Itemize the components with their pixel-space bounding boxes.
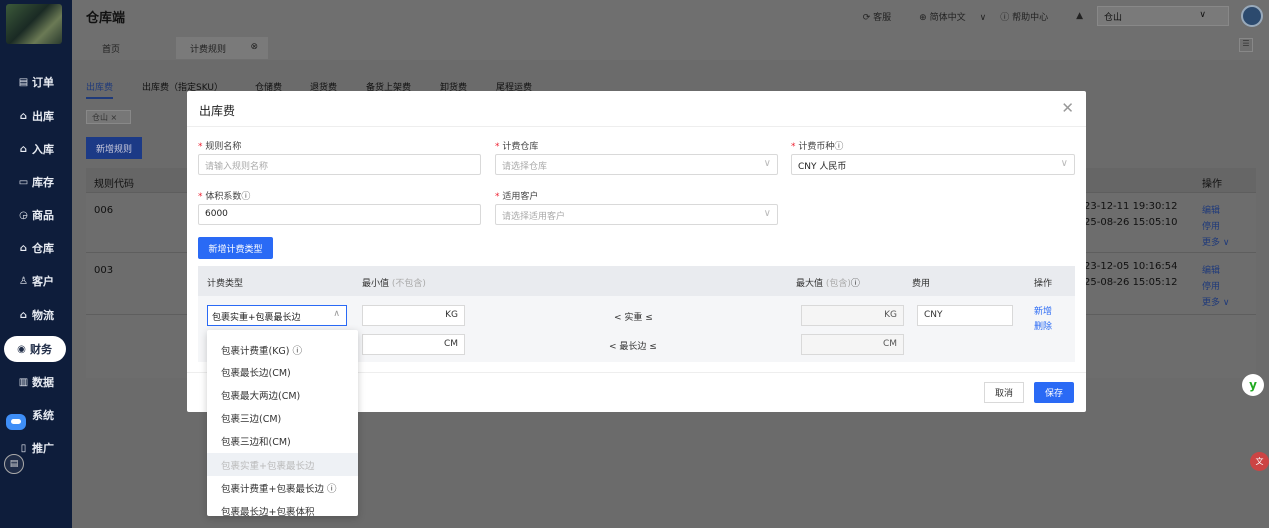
more-link[interactable]: 更多 ∨ <box>1202 235 1229 248</box>
sidebar-item-outbound[interactable]: ⌂ 出库 <box>0 103 72 129</box>
delete-row-link[interactable]: 删除 <box>1034 319 1052 332</box>
dropdown-option[interactable]: 包裹最长边(CM) <box>207 360 358 383</box>
add-fee-type-button[interactable]: 新增计费类型 <box>198 237 273 259</box>
app-title: 仓库端 <box>86 11 126 26</box>
rule-name-label: * 规则名称 <box>198 142 242 152</box>
sidebar: ▤ 订单 ⌂ 出库 ⌂ 入库 ▭ 库存 ◶ 商品 ⌂ 仓库 ♙ 客户 ⌂ 物流 ◉ 财务 ▥ 数据 … <box>0 0 72 528</box>
help-icon[interactable]: ⓘ <box>241 192 250 202</box>
warehouse-selector[interactable]: 仓山 ∨ <box>1097 6 1229 26</box>
help-center-link[interactable]: ⓘ 帮助中心 <box>1000 10 1062 23</box>
sidebar-item-inventory[interactable]: ▭ 库存 <box>0 169 72 195</box>
col-action-header: 操作 <box>1202 179 1222 190</box>
sidebar-item-inbound[interactable]: ⌂ 入库 <box>0 136 72 162</box>
volume-factor-input[interactable]: 6000 <box>198 204 481 225</box>
tab-home[interactable]: 首页 <box>88 37 134 59</box>
add-row-link[interactable]: 新增 <box>1034 304 1052 317</box>
bell-icon[interactable]: ▲ <box>1076 11 1083 21</box>
help-icon[interactable]: ⓘ <box>851 279 860 289</box>
warehouse-select[interactable]: 请选择仓库 ∨ <box>495 154 778 175</box>
document-float-icon[interactable]: ▤ <box>4 454 24 474</box>
assistant-float-icon[interactable]: y <box>1242 374 1264 396</box>
dropdown-option[interactable]: 包裹三边和(CM) <box>207 429 358 452</box>
save-button[interactable]: 保存 <box>1034 382 1074 403</box>
fee-input[interactable]: CNY <box>917 305 1013 326</box>
help-icon[interactable]: ⓘ <box>834 142 843 152</box>
dropdown-option[interactable]: 包裹最长边+包裹体积 <box>207 499 358 516</box>
add-rule-button[interactable]: 新增规则 <box>86 137 142 159</box>
more-link[interactable]: 更多 ∨ <box>1202 295 1229 308</box>
sidebar-item-products[interactable]: ◶ 商品 <box>0 202 72 228</box>
chevron-up-icon: ∧ <box>333 309 340 319</box>
length-condition: < 最长边 ≤ <box>609 342 657 352</box>
sidebar-item-finance[interactable]: ◉ 财务 <box>4 336 66 362</box>
fee-table-header: 计费类型 最小值 (不包含) 最大值 (包含)ⓘ 费用 操作 <box>198 266 1075 296</box>
disable-link[interactable]: 停用 <box>1202 219 1220 232</box>
customer-label: * 适用客户 <box>495 192 539 202</box>
chevron-down-icon: ∨ <box>1060 158 1068 169</box>
col-code-header: 规则代码 <box>94 179 134 190</box>
sidebar-item-warehouse[interactable]: ⌂ 仓库 <box>0 235 72 261</box>
chevron-down-icon: ∨ <box>763 208 771 219</box>
menu-icon[interactable]: ☰ <box>1239 38 1253 52</box>
sidebar-item-data[interactable]: ▥ 数据 <box>0 369 72 395</box>
sidebar-item-customers[interactable]: ♙ 客户 <box>0 268 72 294</box>
edit-link[interactable]: 编辑 <box>1202 203 1220 216</box>
avatar[interactable] <box>1241 5 1263 27</box>
dropdown-option[interactable]: 包裹最大两边(CM) <box>207 383 358 406</box>
promotion-icon: ▯ <box>20 442 27 454</box>
list-icon: ▤ <box>18 76 29 88</box>
fee-type-dropdown: 包裹计费重(KG) ⓘ 包裹最长边(CM) 包裹最大两边(CM) 包裹三边(CM… <box>207 330 358 516</box>
currency-label: * 计费币种ⓘ <box>791 142 844 152</box>
language-selector[interactable]: ⊕ 简体中文 ∨ <box>919 10 986 23</box>
warehouse-label: * 计费仓库 <box>495 142 539 152</box>
logo <box>6 4 62 44</box>
sidebar-item-logistics[interactable]: ⌂ 物流 <box>0 302 72 328</box>
chevron-down-icon: ∨ <box>1199 10 1206 20</box>
translate-float-icon[interactable]: 文 <box>1250 452 1269 471</box>
rule-name-input[interactable]: 请输入规则名称 <box>198 154 481 175</box>
dropdown-option[interactable]: 包裹计费重(KG) ⓘ <box>207 338 358 361</box>
customer-select[interactable]: 请选择适用客户 ∨ <box>495 204 778 225</box>
finance-icon: ◉ <box>17 343 26 355</box>
bag-icon: ◶ <box>19 209 28 221</box>
warehouse-icon: ⌂ <box>19 242 28 254</box>
tab-billing-rules[interactable]: 计费规则 ⊗ <box>176 37 268 59</box>
edit-link[interactable]: 编辑 <box>1202 263 1220 276</box>
tab-bar: 首页 计费规则 ⊗ ☰ <box>72 32 1269 60</box>
outbound-icon: ⌂ <box>19 110 28 122</box>
logistics-icon: ⌂ <box>19 309 28 321</box>
subtab-outbound-fee[interactable]: 出库费 <box>86 80 114 99</box>
user-icon: ♙ <box>19 275 28 287</box>
fee-type-select[interactable]: 包裹实重+包裹最长边 ∧ <box>207 305 347 326</box>
cancel-button[interactable]: 取消 <box>984 382 1024 403</box>
inventory-icon: ▭ <box>18 176 29 188</box>
robot-assistant-icon[interactable] <box>6 414 26 430</box>
dropdown-option[interactable]: 包裹三边(CM) <box>207 406 358 429</box>
modal-title: 出库费 <box>199 104 236 118</box>
close-icon[interactable]: ✕ <box>1061 99 1074 117</box>
min-length-input[interactable]: CM <box>362 334 465 355</box>
dropdown-option[interactable]: 包裹计费重+包裹最长边 ⓘ <box>207 476 358 499</box>
dropdown-option-selected[interactable]: 包裹实重+包裹最长边 <box>207 453 358 476</box>
close-icon[interactable]: ⊗ <box>250 42 258 52</box>
sidebar-item-orders[interactable]: ▤ 订单 <box>0 69 72 95</box>
weight-condition: < 实重 ≤ <box>614 313 653 323</box>
service-link[interactable]: ⟳ 客服 <box>863 10 905 23</box>
volume-factor-label: * 体积系数ⓘ <box>198 192 251 202</box>
chevron-down-icon: ∨ <box>763 158 771 169</box>
topbar: 仓库端 ⟳ 客服 ⊕ 简体中文 ∨ ⓘ 帮助中心 ▲ 仓山 ∨ <box>72 0 1269 32</box>
bar-chart-icon: ▥ <box>18 376 29 388</box>
inbound-icon: ⌂ <box>19 143 28 155</box>
disable-link[interactable]: 停用 <box>1202 279 1220 292</box>
max-weight-input[interactable]: KG <box>801 305 904 326</box>
filter-chip[interactable]: 仓山 × <box>86 110 131 124</box>
min-weight-input[interactable]: KG <box>362 305 465 326</box>
max-length-input[interactable]: CM <box>801 334 904 355</box>
currency-select[interactable]: CNY 人民币 ∨ <box>791 154 1075 175</box>
